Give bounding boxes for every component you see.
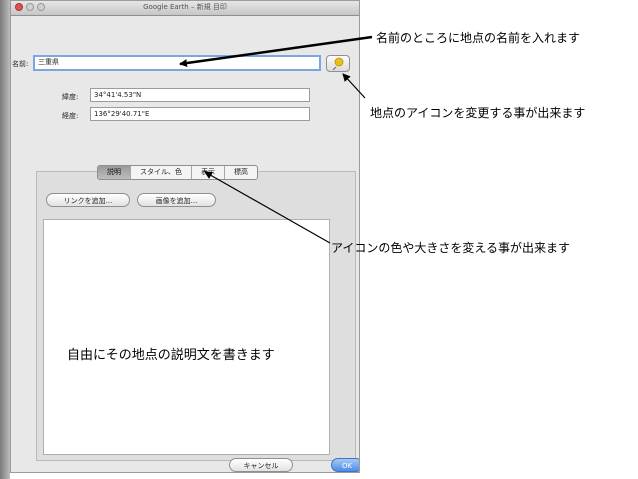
name-arrow bbox=[179, 35, 373, 67]
style-annotation: アイコンの色や大きさを変える事が出来ます bbox=[331, 241, 571, 255]
icon-annotation: 地点のアイコンを変更する事が出来ます bbox=[370, 106, 586, 120]
name-annotation: 名前のところに地点の名前を入れます bbox=[376, 31, 581, 45]
description-annotation: 自由にその地点の説明文を書きます bbox=[67, 348, 275, 363]
style-arrow bbox=[204, 171, 331, 244]
icon-arrow bbox=[342, 73, 366, 99]
